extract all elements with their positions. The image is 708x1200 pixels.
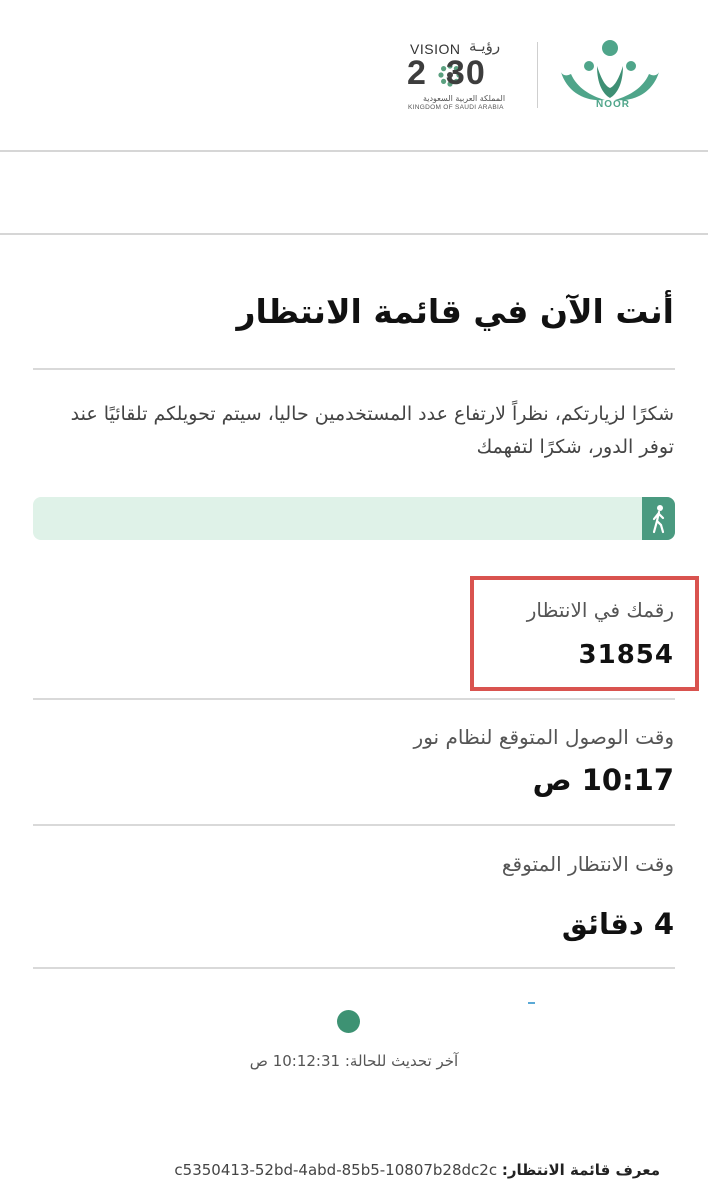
arrival-time-value: 10:17 ص — [532, 763, 674, 797]
last-update-label: آخر تحديث للحالة: — [344, 1052, 459, 1070]
queue-progress-bar — [33, 497, 675, 540]
vision-word-arabic: رؤيـة — [469, 37, 501, 55]
queue-number-highlight — [470, 576, 699, 691]
page-title: أنت الآن في قائمة الانتظار — [236, 292, 674, 331]
walking-person-icon — [642, 497, 675, 540]
queue-id-label: معرف قائمة الانتظار: — [501, 1161, 660, 1179]
last-update: آخر تحديث للحالة: 10:12:31 ص — [0, 1052, 708, 1070]
title-divider — [33, 368, 675, 370]
queue-id-value: c5350413-52bd-4abd-85b5-10807b28dc2c — [174, 1161, 498, 1179]
vision-country-english: KINGDOM OF SAUDI ARABIA — [408, 104, 504, 111]
queue-id: معرف قائمة الانتظار: c5350413-52bd-4abd-… — [174, 1161, 660, 1179]
logo-divider — [537, 42, 538, 108]
wait-time-value: 4 دقائق — [561, 907, 674, 941]
header-divider — [0, 150, 708, 152]
status-dot — [337, 1010, 360, 1033]
wait-time-label: وقت الانتظار المتوقع — [501, 852, 674, 876]
divider — [33, 698, 675, 700]
divider — [33, 824, 675, 826]
vision-country-arabic: المملكة العربية السعودية — [422, 94, 506, 103]
page-header: VISION رؤيـة 230 المملكة العربية السعودي… — [0, 0, 708, 150]
queue-number-label: رقمك في الانتظار — [526, 598, 674, 622]
divider — [33, 967, 675, 969]
section-divider — [0, 233, 708, 235]
queue-number-value: 31854 — [578, 640, 674, 670]
noor-logo-text: NOOR — [596, 99, 630, 110]
queue-description: شكرًا لزيارتكم، نظراً لارتفاع عدد المستخ… — [70, 403, 674, 458]
status-indicator-mark — [528, 1002, 535, 1004]
last-update-value: 10:12:31 ص — [249, 1052, 341, 1070]
vision-year: 230 — [407, 54, 486, 92]
arrival-time-label: وقت الوصول المتوقع لنظام نور — [413, 725, 674, 749]
